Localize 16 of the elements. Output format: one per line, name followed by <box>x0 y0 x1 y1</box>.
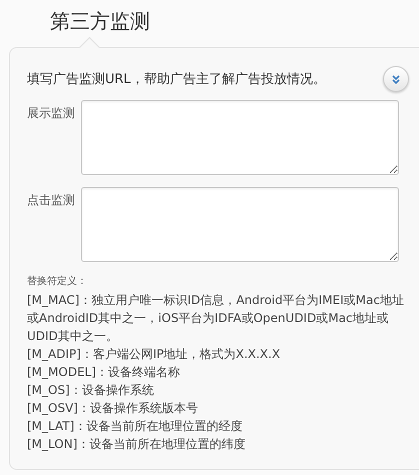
definition-text: [M_OSV]：设备操作系统版本号 <box>27 400 199 417</box>
definition-text: [M_LON]：设备当前所在地理位置的纬度 <box>27 436 246 453</box>
definition-text: [M_MAC]：独立用户唯一标识ID信息，Android平台为IMEI或Mac地址或AndroidID其中之一，iOS平台为IDFA或OpenUDID或Mac地址或UDID其中之一。 <box>27 292 405 345</box>
intro-text: 填写广告监测URL，帮助广告主了解广告投放情况。 <box>27 71 326 88</box>
double-chevron-icon <box>392 74 400 84</box>
definition-text: [M_OS]：设备操作系统 <box>27 382 155 399</box>
page-title: 第三方监测 <box>49 8 151 35</box>
url-input-field[interactable] <box>81 100 399 175</box>
expand-button[interactable] <box>383 66 409 92</box>
field-label: 点击监测 <box>27 192 76 209</box>
definition-text: [M_ADIP]：客户端公网IP地址，格式为X.X.X.X <box>27 346 282 363</box>
definitions-heading: 替换符定义： <box>27 274 88 288</box>
field-label: 展示监测 <box>27 105 76 122</box>
definition-text: [M_LAT]：设备当前所在地理位置的经度 <box>27 418 244 435</box>
definition-text: [M_MODEL]：设备终端名称 <box>27 364 182 381</box>
url-input-field[interactable] <box>81 187 399 262</box>
